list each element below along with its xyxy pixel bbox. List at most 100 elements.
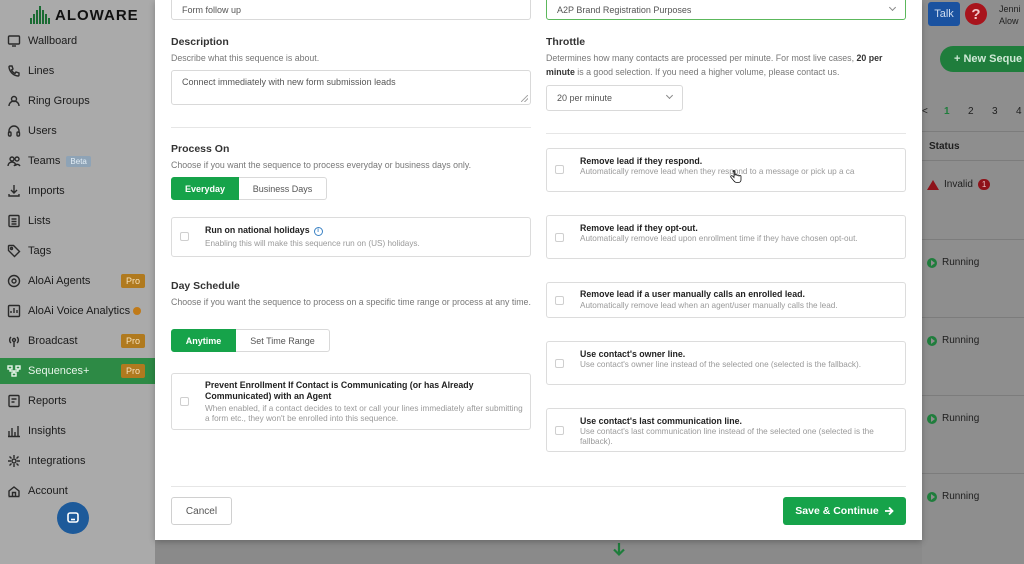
beta-badge: Beta	[66, 155, 91, 167]
day-schedule-help: Choose if you want the sequence to proce…	[171, 297, 531, 307]
page-3-button[interactable]: 3	[992, 106, 998, 117]
sidebar: ALOWARE Wallboard Lines Ring Groups User…	[0, 0, 155, 564]
sidebar-item-account[interactable]: Account	[0, 478, 155, 504]
status-text: Running	[942, 491, 980, 502]
sidebar-item-label: Integrations	[28, 455, 86, 467]
a2p-brand-select[interactable]: A2P Brand Registration Purposes	[546, 0, 906, 20]
sidebar-item-sequences[interactable]: Sequences+ Pro	[0, 358, 155, 384]
aloware-logo[interactable]: ALOWARE	[30, 6, 139, 24]
remove-if-opt-out-checkbox[interactable]	[555, 233, 564, 242]
headset-icon	[7, 124, 21, 138]
page-1-button[interactable]: 1	[944, 106, 950, 117]
remove-if-respond-checkbox[interactable]	[555, 165, 564, 174]
status-cell: Running	[927, 257, 979, 268]
sidebar-item-aloai-voice-analytics[interactable]: AloAi Voice Analytics	[0, 298, 155, 324]
sidebar-item-broadcast[interactable]: Broadcast Pro	[0, 328, 155, 354]
pro-badge: Pro	[120, 364, 145, 378]
option-title: Remove lead if they opt-out.	[580, 223, 698, 233]
running-icon	[927, 491, 937, 502]
national-holidays-checkbox[interactable]	[180, 232, 189, 241]
sidebar-item-label: Users	[28, 125, 57, 137]
day-schedule-title: Day Schedule	[171, 280, 240, 292]
use-last-communication-line-checkbox[interactable]	[555, 426, 564, 435]
use-owner-line-option[interactable]: Use contact's owner line. Use contact's …	[546, 341, 906, 385]
anytime-option[interactable]: Anytime	[171, 329, 236, 352]
remove-if-opt-out-option[interactable]: Remove lead if they opt-out. Automatical…	[546, 215, 906, 259]
phone-icon	[7, 64, 21, 78]
new-sequence-button[interactable]: + New Seque	[940, 46, 1024, 72]
save-and-continue-button[interactable]: Save & Continue	[783, 497, 906, 525]
prevent-enrollment-option[interactable]: Prevent Enrollment If Contact is Communi…	[171, 373, 531, 430]
row-divider	[922, 239, 1024, 240]
option-description: Automatically remove lead when an agent/…	[580, 301, 838, 310]
sidebar-item-wallboard[interactable]: Wallboard	[0, 28, 155, 54]
process-on-toggle: Everyday Business Days	[171, 177, 327, 200]
remove-if-manual-call-checkbox[interactable]	[555, 296, 564, 305]
sidebar-item-insights[interactable]: Insights	[0, 418, 155, 444]
set-time-range-option[interactable]: Set Time Range	[236, 329, 330, 352]
status-cell: Running	[927, 335, 979, 346]
sidebar-item-label: Broadcast	[28, 335, 78, 347]
logo-text: ALOWARE	[55, 6, 139, 24]
list-icon	[7, 214, 21, 228]
row-divider	[922, 317, 1024, 318]
chat-support-button[interactable]	[57, 502, 89, 534]
use-last-communication-line-option[interactable]: Use contact's last communication line. U…	[546, 408, 906, 452]
description-title: Description	[171, 36, 229, 48]
status-cell: Invalid 1	[927, 179, 991, 190]
info-icon[interactable]: i	[313, 227, 323, 236]
option-description: When enabled, if a contact decides to te…	[205, 404, 523, 423]
status-column-header[interactable]: Status	[922, 131, 1024, 161]
sidebar-item-label: Tags	[28, 245, 52, 257]
help-icon[interactable]: ?	[965, 3, 987, 25]
scroll-down-arrow-icon[interactable]	[611, 541, 627, 557]
prev-page-button[interactable]: <	[922, 106, 928, 117]
sidebar-item-tags[interactable]: Tags	[0, 238, 155, 264]
sidebar-item-label: Insights	[28, 425, 66, 437]
sidebar-item-aloai-agents[interactable]: AloAi Agents Pro	[0, 268, 155, 294]
option-title: Use contact's last communication line.	[580, 416, 742, 426]
throttle-select[interactable]: 20 per minute	[546, 85, 683, 111]
import-icon	[7, 184, 21, 198]
talk-button[interactable]: Talk	[928, 2, 960, 26]
sequences-icon	[7, 364, 21, 378]
sidebar-item-users[interactable]: Users	[0, 118, 155, 144]
remove-if-respond-option[interactable]: Remove lead if they respond. Automatical…	[546, 148, 906, 192]
logo-bars-icon	[30, 6, 50, 24]
remove-if-manual-call-option[interactable]: Remove lead if a user manually calls an …	[546, 282, 906, 318]
page-4-button[interactable]: 4	[1016, 106, 1022, 117]
everyday-option[interactable]: Everyday	[171, 177, 239, 200]
sidebar-item-lists[interactable]: Lists	[0, 208, 155, 234]
company-name-line: Alow	[999, 16, 1019, 26]
option-description: Use contact's owner line instead of the …	[580, 360, 862, 369]
cancel-button[interactable]: Cancel	[171, 497, 232, 525]
sidebar-item-label: Account	[28, 485, 68, 497]
business-days-option[interactable]: Business Days	[239, 177, 327, 200]
resize-handle-icon[interactable]	[521, 95, 528, 102]
sidebar-item-ring-groups[interactable]: Ring Groups	[0, 88, 155, 114]
wallboard-icon	[7, 34, 21, 48]
sidebar-item-label: Reports	[28, 395, 67, 407]
status-text: Invalid	[944, 179, 973, 190]
use-owner-line-checkbox[interactable]	[555, 359, 564, 368]
sidebar-item-imports[interactable]: Imports	[0, 178, 155, 204]
footer-divider	[171, 486, 906, 487]
description-textarea[interactable]: Connect immediately with new form submis…	[171, 70, 531, 105]
sidebar-item-reports[interactable]: Reports	[0, 388, 155, 414]
prevent-enrollment-checkbox[interactable]	[180, 397, 189, 406]
sidebar-item-label: AloAi Voice Analytics	[28, 305, 131, 317]
tag-icon	[7, 244, 21, 258]
sidebar-item-teams[interactable]: Teams Beta	[0, 148, 155, 174]
page-2-button[interactable]: 2	[968, 106, 974, 117]
sequence-settings-modal: Form follow up A2P Brand Registration Pu…	[155, 0, 922, 540]
sidebar-item-lines[interactable]: Lines	[0, 58, 155, 84]
hand-cursor-icon	[730, 170, 742, 183]
national-holidays-option[interactable]: Run on national holidays i Enabling this …	[171, 217, 531, 257]
ring-groups-icon	[7, 94, 21, 108]
sequence-name-input[interactable]: Form follow up	[171, 0, 531, 20]
divider	[546, 133, 906, 134]
throttle-help: Determines how many contacts are process…	[546, 53, 883, 77]
status-text: Running	[942, 335, 980, 346]
user-menu[interactable]: Jenni Alow	[999, 3, 1021, 27]
sidebar-item-integrations[interactable]: Integrations	[0, 448, 155, 474]
